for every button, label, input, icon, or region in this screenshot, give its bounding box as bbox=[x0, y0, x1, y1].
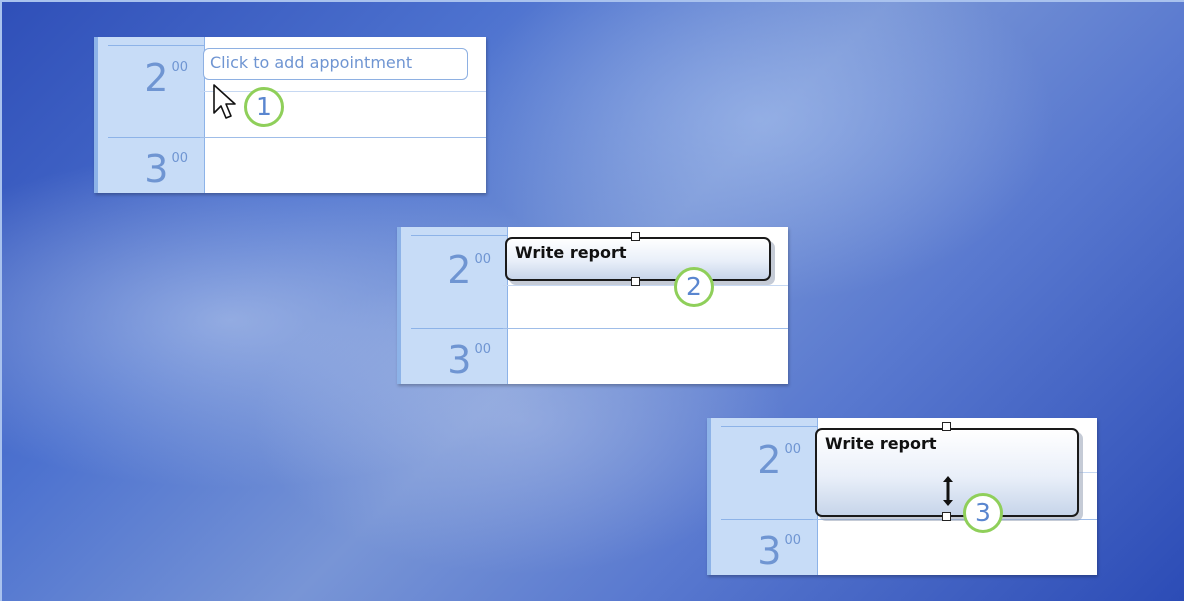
time-column: 2 00 3 00 bbox=[94, 37, 205, 193]
resize-handle-top[interactable] bbox=[631, 232, 640, 241]
hour-label-2: 2 00 bbox=[757, 438, 801, 482]
resize-handle-bottom[interactable] bbox=[631, 277, 640, 286]
add-appointment-slot[interactable]: Click to add appointment bbox=[203, 48, 468, 80]
hour-separator bbox=[411, 328, 507, 329]
half-hour-line bbox=[200, 91, 486, 92]
resize-handle-bottom[interactable] bbox=[942, 512, 951, 521]
calendar-panel-step3: 2 00 3 00 Write report 3 bbox=[707, 418, 1097, 575]
appointment-write-report[interactable]: Write report bbox=[505, 237, 771, 281]
hour-separator bbox=[108, 137, 204, 138]
hour-label-3: 3 00 bbox=[144, 147, 188, 191]
hour-line bbox=[813, 519, 1097, 520]
time-column: 2 00 3 00 bbox=[707, 418, 818, 575]
step-callout-3: 3 bbox=[963, 493, 1003, 533]
calendar-panel-step2: 2 00 3 00 Write report 2 bbox=[397, 227, 788, 384]
hour-line bbox=[503, 328, 788, 329]
appointment-title: Write report bbox=[825, 434, 937, 453]
hour-line bbox=[200, 137, 486, 138]
step-callout-1: 1 bbox=[244, 87, 284, 127]
calendar-panel-step1: 2 00 3 00 Click to add appointment 1 bbox=[94, 37, 486, 193]
top-border bbox=[0, 0, 1184, 2]
mouse-pointer-icon bbox=[213, 84, 236, 119]
hour-separator bbox=[411, 235, 507, 236]
hour-separator bbox=[721, 426, 817, 427]
hour-label-2: 2 00 bbox=[144, 56, 188, 100]
time-column: 2 00 3 00 bbox=[397, 227, 508, 384]
hour-separator bbox=[108, 45, 204, 46]
hour-separator bbox=[721, 519, 817, 520]
vertical-resize-icon bbox=[943, 476, 953, 506]
resize-handle-top[interactable] bbox=[942, 422, 951, 431]
half-hour-line bbox=[503, 285, 788, 286]
left-border bbox=[0, 0, 2, 601]
step-callout-2: 2 bbox=[674, 267, 714, 307]
hour-label-3: 3 00 bbox=[447, 338, 491, 382]
hour-label-3: 3 00 bbox=[757, 529, 801, 573]
appointment-title: Write report bbox=[515, 243, 627, 262]
hour-label-2: 2 00 bbox=[447, 248, 491, 292]
